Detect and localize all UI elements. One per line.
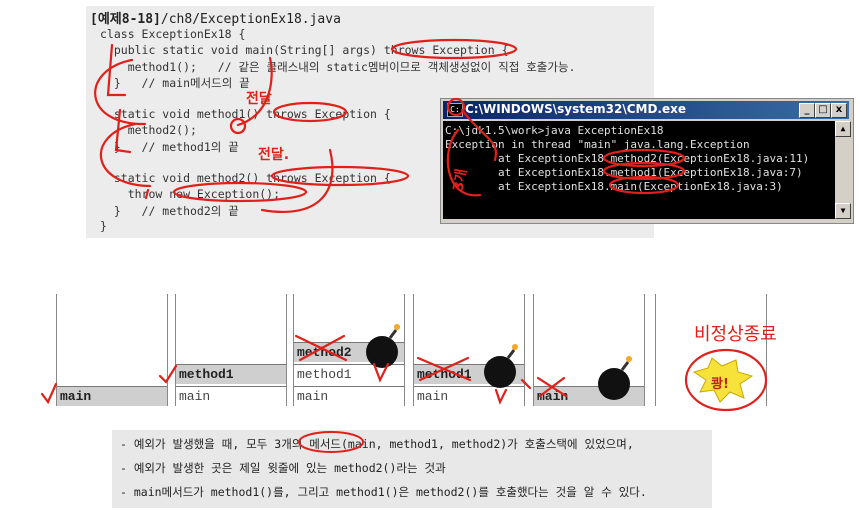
bomb-icon	[366, 324, 400, 368]
explosion-label: 쾅!	[711, 377, 729, 392]
stack-annotation-strokes	[40, 324, 768, 412]
console-annotation-strokes	[446, 97, 686, 197]
note-highlight-stroke	[298, 431, 364, 453]
notes-box: - 예외가 발생했을 때, 모두 3개의 메서드(main, method1, …	[112, 430, 712, 508]
note-line: - 예외가 발생한 곳은 제일 윗줄에 있는 method2()라는 것과	[120, 461, 446, 475]
bomb-icon	[484, 344, 518, 388]
annotation-count-3: 3개	[450, 167, 471, 193]
bomb-icon	[598, 356, 632, 400]
note-line: - main메서드가 method1()를, 그리고 method1()은 me…	[120, 485, 647, 499]
annotation-abnormal-exit: 비정상종료	[694, 324, 777, 345]
note-line: - 예외가 발생했을 때, 모두 3개의 메서드(main, method1, …	[120, 437, 634, 451]
